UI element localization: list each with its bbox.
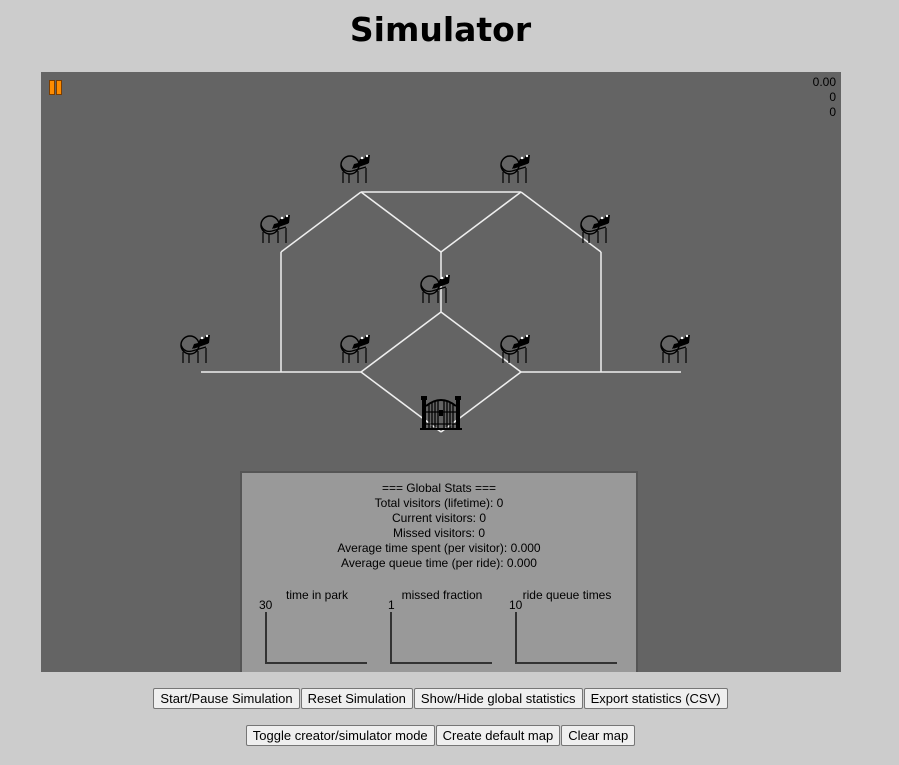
- roller-coaster-icon[interactable]: [340, 154, 371, 184]
- chart-y-max: 30: [259, 598, 273, 612]
- control-buttons-row-1: Start/Pause Simulation Reset Simulation …: [0, 688, 881, 709]
- global-stats-panel: === Global Stats === Total visitors (lif…: [240, 471, 638, 672]
- park-gate-icon[interactable]: [420, 396, 462, 430]
- stats-header: === Global Stats ===: [381, 481, 497, 495]
- create-default-map-button[interactable]: Create default map: [435, 725, 561, 746]
- roller-coaster-icon[interactable]: [180, 334, 211, 364]
- chart-y-max: 10: [509, 598, 523, 612]
- chart-y-axis: [390, 612, 392, 664]
- roller-coaster-icon[interactable]: [260, 214, 291, 244]
- stat-avg-queue-time: Average queue time (per ride): 0.000: [341, 556, 537, 570]
- chart-ride-queue-times: ride queue times 10: [492, 588, 617, 668]
- roller-coaster-icon[interactable]: [340, 334, 371, 364]
- roller-coaster-icon[interactable]: [420, 274, 451, 304]
- reset-button[interactable]: Reset Simulation: [300, 688, 413, 709]
- toggle-stats-button[interactable]: Show/Hide global statistics: [413, 688, 583, 709]
- roller-coaster-icon[interactable]: [660, 334, 691, 364]
- page-title: Simulator: [349, 10, 532, 49]
- stat-missed-visitors: Missed visitors: 0: [392, 526, 486, 540]
- chart-x-axis: [515, 662, 617, 664]
- stat-avg-time-spent: Average time spent (per visitor): 0.000: [337, 541, 541, 555]
- toggle-mode-button[interactable]: Toggle creator/simulator mode: [245, 725, 435, 746]
- clear-map-button[interactable]: Clear map: [561, 725, 636, 746]
- chart-title: time in park: [285, 588, 349, 602]
- chart-missed-fraction: missed fraction 1: [367, 588, 492, 668]
- control-buttons-row-2: Toggle creator/simulator mode Create def…: [0, 725, 881, 746]
- chart-title: ride queue times: [522, 588, 612, 602]
- roller-coaster-icon[interactable]: [500, 334, 531, 364]
- simulation-canvas[interactable]: 0.00 0 0 === Global Stats === Total visi…: [41, 72, 841, 672]
- chart-x-axis: [390, 662, 492, 664]
- stat-current-visitors: Current visitors: 0: [391, 511, 487, 525]
- export-csv-button[interactable]: Export statistics (CSV): [583, 688, 728, 709]
- chart-x-axis: [265, 662, 367, 664]
- stat-total-visitors: Total visitors (lifetime): 0: [374, 496, 504, 510]
- chart-y-axis: [265, 612, 267, 664]
- chart-y-max: 1: [388, 598, 395, 612]
- chart-y-axis: [515, 612, 517, 664]
- chart-title: missed fraction: [401, 588, 483, 602]
- roller-coaster-icon[interactable]: [580, 214, 611, 244]
- start-pause-button[interactable]: Start/Pause Simulation: [153, 688, 300, 709]
- roller-coaster-icon[interactable]: [500, 154, 531, 184]
- chart-time-in-park: time in park 30: [242, 588, 367, 668]
